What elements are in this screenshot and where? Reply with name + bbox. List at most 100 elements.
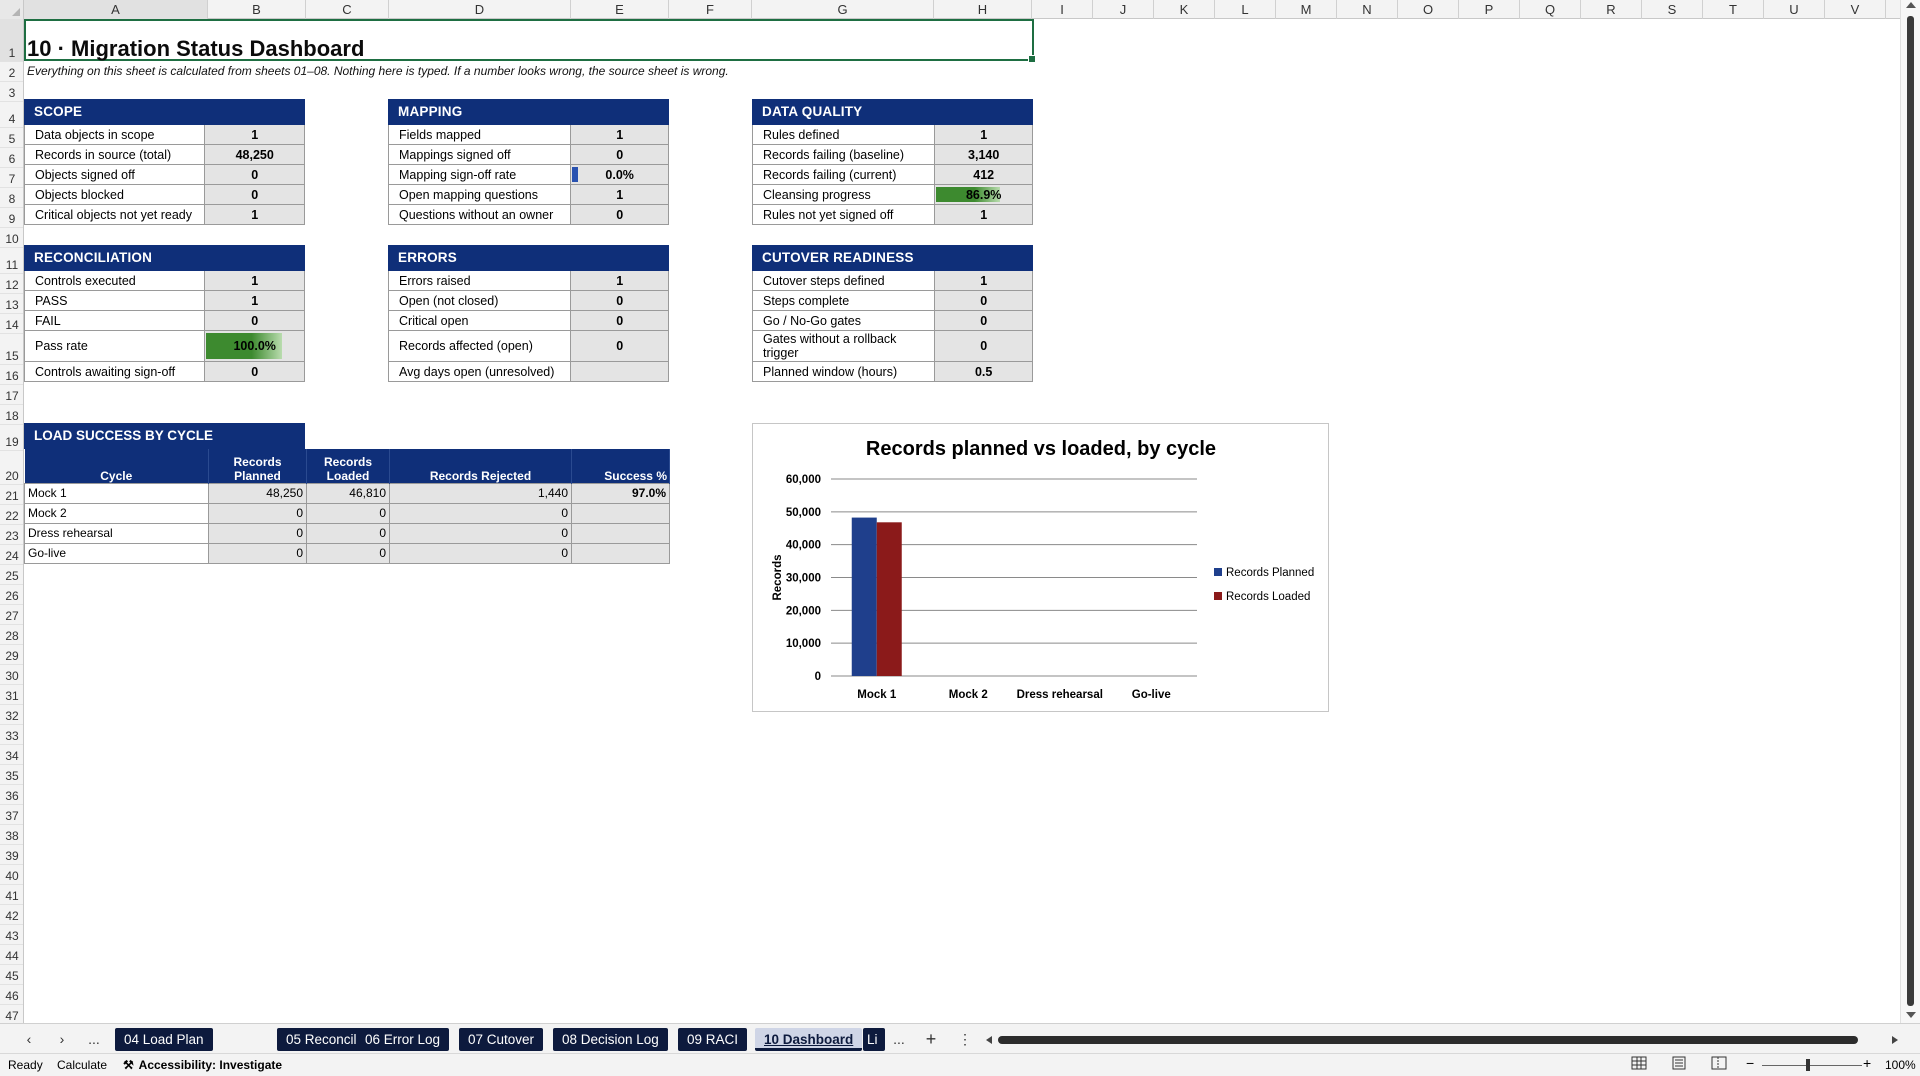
row-header[interactable]: 13	[0, 294, 23, 314]
kpi-value[interactable]: 1	[205, 291, 305, 311]
sheet-options-kebab-icon[interactable]: ⋮	[954, 1029, 976, 1049]
kpi-value[interactable]: 0.5	[935, 362, 1033, 382]
row-header[interactable]: 30	[0, 665, 23, 685]
kpi-label[interactable]: Cleansing progress	[753, 185, 936, 205]
kpi-value[interactable]: 0	[205, 311, 305, 331]
row-header[interactable]: 40	[0, 865, 23, 885]
row-header[interactable]: 39	[0, 845, 23, 865]
value-cell[interactable]: 1,440	[389, 482, 572, 504]
kpi-label[interactable]: Avg days open (unresolved)	[389, 362, 572, 382]
kpi-label[interactable]: Steps complete	[753, 291, 936, 311]
cycle-cell[interactable]: Mock 1	[24, 482, 209, 504]
more-sheets-left-button[interactable]: ...	[83, 1029, 105, 1049]
kpi-value[interactable]: 1	[571, 271, 669, 291]
kpi-value[interactable]: 0	[571, 205, 669, 225]
row-header[interactable]: 18	[0, 405, 23, 425]
kpi-label[interactable]: Pass rate	[25, 331, 206, 362]
row-header[interactable]: 15	[0, 334, 23, 365]
row-header[interactable]: 37	[0, 805, 23, 825]
kpi-value[interactable]: 100.0%	[205, 331, 305, 362]
zoom-slider[interactable]	[1762, 1065, 1862, 1066]
row-header[interactable]: 7	[0, 168, 23, 188]
kpi-value[interactable]: 1	[935, 205, 1033, 225]
row-header[interactable]: 34	[0, 745, 23, 765]
row-header[interactable]: 27	[0, 605, 23, 625]
kpi-label[interactable]: Data objects in scope	[25, 125, 206, 145]
next-sheet-icon[interactable]: ›	[51, 1029, 73, 1049]
add-sheet-button[interactable]: +	[920, 1029, 942, 1049]
column-header[interactable]: C	[306, 0, 389, 19]
kpi-label[interactable]: Cutover steps defined	[753, 271, 936, 291]
column-header[interactable]: E	[571, 0, 669, 19]
value-cell[interactable]: 97.0%	[571, 482, 670, 504]
column-header[interactable]: Q	[1520, 0, 1581, 19]
kpi-label[interactable]: Records failing (baseline)	[753, 145, 936, 165]
vertical-scrollbar[interactable]	[1900, 0, 1920, 1023]
scroll-down-icon[interactable]	[1906, 1012, 1916, 1018]
value-cell[interactable]: 46,810	[306, 482, 390, 504]
row-header[interactable]: 16	[0, 365, 23, 385]
prev-sheet-icon[interactable]: ‹	[18, 1029, 40, 1049]
row-header[interactable]: 11	[0, 248, 23, 274]
kpi-label[interactable]: Errors raised	[389, 271, 572, 291]
row-header[interactable]: 42	[0, 905, 23, 925]
row-header[interactable]: 28	[0, 625, 23, 645]
kpi-label[interactable]: FAIL	[25, 311, 206, 331]
value-cell[interactable]: 0	[389, 502, 572, 524]
row-header[interactable]: 9	[0, 208, 23, 228]
value-cell[interactable]	[571, 502, 670, 524]
row-header[interactable]: 17	[0, 385, 23, 405]
row-header[interactable]: 3	[0, 82, 23, 102]
kpi-label[interactable]: PASS	[25, 291, 206, 311]
kpi-value[interactable]: 86.9%	[935, 185, 1033, 205]
value-cell[interactable]: 0	[389, 522, 572, 544]
cycle-cell[interactable]: Go-live	[24, 542, 209, 564]
kpi-label[interactable]: Open (not closed)	[389, 291, 572, 311]
kpi-label[interactable]: Controls executed	[25, 271, 206, 291]
scroll-up-icon[interactable]	[1906, 2, 1916, 8]
kpi-value[interactable]: 0	[571, 311, 669, 331]
more-sheets-right-button[interactable]: ...	[888, 1029, 910, 1049]
value-cell[interactable]	[571, 522, 670, 544]
calculate-button[interactable]: Calculate	[57, 1058, 107, 1072]
kpi-value[interactable]: 1	[205, 205, 305, 225]
row-header[interactable]: 22	[0, 505, 23, 525]
kpi-label[interactable]: Controls awaiting sign-off	[25, 362, 206, 382]
row-header[interactable]: 29	[0, 645, 23, 665]
kpi-label[interactable]: Go / No-Go gates	[753, 311, 936, 331]
kpi-label[interactable]: Records affected (open)	[389, 331, 572, 362]
row-header[interactable]: 45	[0, 965, 23, 985]
sheet-tab[interactable]: 04 Load Plan	[115, 1028, 213, 1051]
column-header[interactable]: V	[1825, 0, 1886, 19]
column-header[interactable]: P	[1459, 0, 1520, 19]
kpi-value[interactable]: 1	[935, 125, 1033, 145]
row-header[interactable]: 32	[0, 705, 23, 725]
page-layout-view-icon[interactable]	[1671, 1056, 1687, 1073]
page-break-view-icon[interactable]	[1711, 1056, 1727, 1073]
select-all-button[interactable]	[0, 0, 24, 19]
row-header[interactable]: 19	[0, 425, 23, 451]
kpi-value[interactable]: 0	[571, 331, 669, 362]
column-header[interactable]: S	[1642, 0, 1703, 19]
sheet-tab[interactable]: 10 Dashboard	[755, 1028, 863, 1051]
kpi-value[interactable]: 412	[935, 165, 1033, 185]
row-header[interactable]: 36	[0, 785, 23, 805]
column-header[interactable]: R	[1581, 0, 1642, 19]
kpi-value[interactable]: 0	[935, 331, 1033, 362]
kpi-value[interactable]: 0	[935, 291, 1033, 311]
normal-view-icon[interactable]	[1631, 1056, 1647, 1073]
kpi-value[interactable]: 0	[571, 291, 669, 311]
column-header[interactable]: B	[208, 0, 306, 19]
row-header[interactable]: 33	[0, 725, 23, 745]
kpi-label[interactable]: Fields mapped	[389, 125, 572, 145]
kpi-value[interactable]: 0	[205, 185, 305, 205]
column-header[interactable]: L	[1215, 0, 1276, 19]
kpi-label[interactable]: Rules defined	[753, 125, 936, 145]
sheet-tab[interactable]: 07 Cutover	[459, 1028, 544, 1051]
value-cell[interactable]: 0	[208, 502, 307, 524]
row-header[interactable]: 25	[0, 565, 23, 585]
row-header[interactable]: 2	[0, 62, 23, 82]
kpi-label[interactable]: Planned window (hours)	[753, 362, 936, 382]
row-header[interactable]: 24	[0, 545, 23, 565]
row-header[interactable]: 41	[0, 885, 23, 905]
